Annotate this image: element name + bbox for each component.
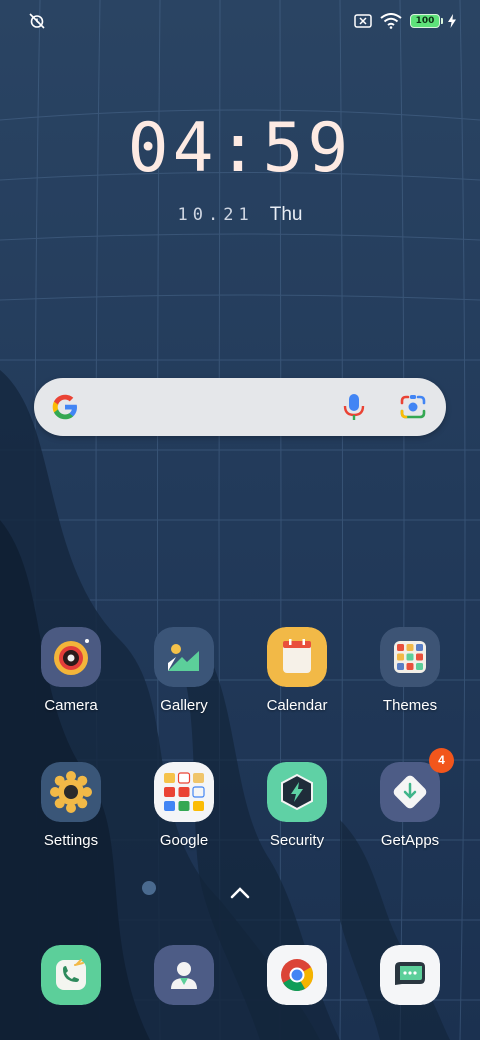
app-camera[interactable]: Camera [16, 627, 126, 715]
app-label: Camera [44, 697, 98, 714]
google-lens-icon[interactable] [398, 392, 428, 422]
alarm-off-icon [29, 13, 45, 29]
wifi-icon [380, 13, 402, 29]
app-label: Google [159, 832, 209, 849]
status-icons: 100 [354, 12, 456, 30]
notification-badge: 4 [429, 748, 454, 773]
camera-icon [41, 627, 101, 687]
google-folder-icon [154, 762, 214, 822]
app-gallery[interactable]: Gallery [129, 627, 239, 715]
app-label: GetApps [380, 832, 440, 849]
google-g-icon [52, 394, 77, 420]
chrome-icon [267, 945, 327, 1005]
page-indicator-dot[interactable] [142, 881, 156, 895]
clock-date: 10.21 [177, 205, 254, 225]
clock-time[interactable]: 04:59 [0, 106, 480, 192]
gallery-icon [154, 627, 214, 687]
charging-bolt-icon [448, 14, 456, 28]
battery-icon: 100 [410, 14, 443, 28]
security-shield-icon [267, 762, 327, 822]
themes-icon [380, 627, 440, 687]
settings-gear-icon [41, 762, 101, 822]
status-bar: 100 [0, 0, 480, 42]
app-calendar[interactable]: Calendar [242, 627, 352, 715]
messages-icon [380, 945, 440, 1005]
dock-messages[interactable] [355, 945, 465, 1005]
clock-date-row[interactable]: 10.21 Thu [0, 201, 480, 229]
battery-level: 100 [415, 16, 435, 26]
app-themes[interactable]: Themes [355, 627, 465, 715]
contacts-icon [154, 945, 214, 1005]
app-label: Themes [382, 697, 438, 714]
app-google-folder[interactable]: Google [129, 762, 239, 850]
app-label: Gallery [160, 697, 208, 714]
app-security[interactable]: Security [242, 762, 352, 850]
dock-phone[interactable] [16, 945, 126, 1005]
dock-chrome[interactable] [242, 945, 352, 1005]
app-label: Calendar [266, 697, 328, 714]
mic-icon[interactable] [340, 392, 368, 422]
dock-contacts[interactable] [129, 945, 239, 1005]
app-label: Settings [43, 832, 99, 849]
calendar-icon [267, 627, 327, 687]
app-settings[interactable]: Settings [16, 762, 126, 850]
getapps-icon: 4 [380, 748, 454, 822]
app-getapps[interactable]: 4 GetApps [355, 748, 465, 850]
google-search-bar[interactable] [34, 378, 446, 436]
phone-icon [41, 945, 101, 1005]
clock-weekday: Thu [269, 204, 303, 225]
no-sim-icon [354, 14, 372, 28]
app-label: Security [269, 832, 325, 849]
chevron-up-icon[interactable] [229, 886, 251, 900]
